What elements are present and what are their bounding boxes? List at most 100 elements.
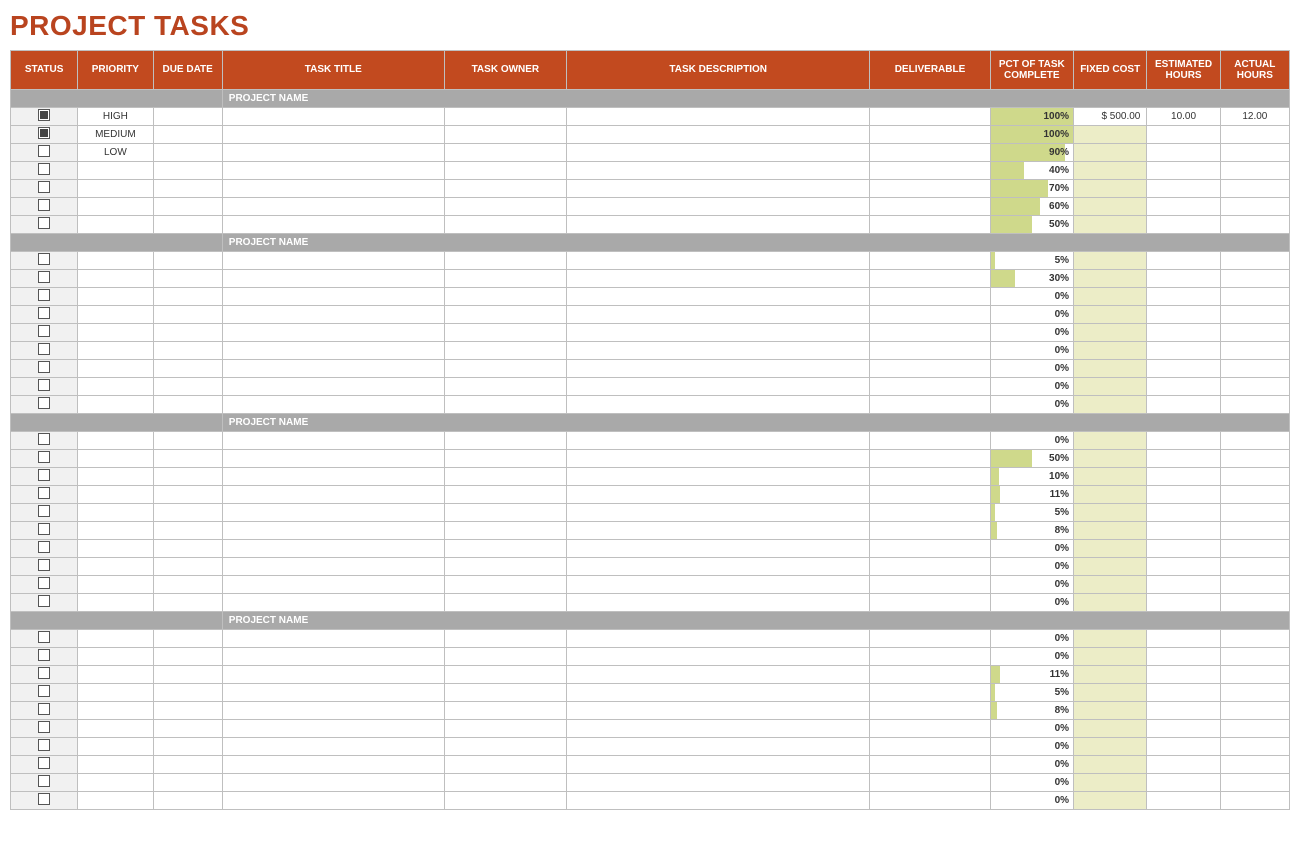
fixed-cost-cell[interactable] <box>1074 144 1147 162</box>
task-title-cell[interactable] <box>222 180 444 198</box>
actual-hours-cell[interactable] <box>1220 792 1289 810</box>
fixed-cost-cell[interactable] <box>1074 666 1147 684</box>
pct-complete-cell[interactable]: 0% <box>990 630 1074 648</box>
task-title-cell[interactable] <box>222 648 444 666</box>
actual-hours-cell[interactable] <box>1220 432 1289 450</box>
task-owner-cell[interactable] <box>444 288 566 306</box>
due-date-cell[interactable] <box>153 288 222 306</box>
fixed-cost-cell[interactable] <box>1074 792 1147 810</box>
priority-cell[interactable] <box>78 648 153 666</box>
priority-cell[interactable] <box>78 594 153 612</box>
priority-cell[interactable] <box>78 522 153 540</box>
deliverable-cell[interactable] <box>870 504 990 522</box>
deliverable-cell[interactable] <box>870 180 990 198</box>
status-checkbox-icon[interactable] <box>38 343 50 355</box>
estimated-hours-cell[interactable] <box>1147 702 1220 720</box>
status-checkbox-icon[interactable] <box>38 685 50 697</box>
estimated-hours-cell[interactable] <box>1147 216 1220 234</box>
task-title-cell[interactable] <box>222 774 444 792</box>
actual-hours-cell[interactable] <box>1220 522 1289 540</box>
estimated-hours-cell[interactable]: 10.00 <box>1147 108 1220 126</box>
pct-complete-cell[interactable]: 0% <box>990 324 1074 342</box>
status-cell[interactable] <box>11 558 78 576</box>
fixed-cost-cell[interactable] <box>1074 288 1147 306</box>
task-owner-cell[interactable] <box>444 702 566 720</box>
fixed-cost-cell[interactable] <box>1074 270 1147 288</box>
due-date-cell[interactable] <box>153 180 222 198</box>
priority-cell[interactable] <box>78 468 153 486</box>
status-checkbox-icon[interactable] <box>38 505 50 517</box>
pct-complete-cell[interactable]: 30% <box>990 270 1074 288</box>
task-description-cell[interactable] <box>566 252 869 270</box>
pct-complete-cell[interactable]: 11% <box>990 486 1074 504</box>
pct-complete-cell[interactable]: 5% <box>990 684 1074 702</box>
task-description-cell[interactable] <box>566 306 869 324</box>
estimated-hours-cell[interactable] <box>1147 468 1220 486</box>
deliverable-cell[interactable] <box>870 594 990 612</box>
task-owner-cell[interactable] <box>444 594 566 612</box>
estimated-hours-cell[interactable] <box>1147 270 1220 288</box>
priority-cell[interactable] <box>78 342 153 360</box>
due-date-cell[interactable] <box>153 360 222 378</box>
actual-hours-cell[interactable]: 12.00 <box>1220 108 1289 126</box>
status-cell[interactable] <box>11 648 78 666</box>
status-cell[interactable] <box>11 378 78 396</box>
deliverable-cell[interactable] <box>870 108 990 126</box>
fixed-cost-cell[interactable]: $ 500.00 <box>1074 108 1147 126</box>
due-date-cell[interactable] <box>153 144 222 162</box>
task-owner-cell[interactable] <box>444 396 566 414</box>
due-date-cell[interactable] <box>153 648 222 666</box>
estimated-hours-cell[interactable] <box>1147 558 1220 576</box>
task-title-cell[interactable] <box>222 270 444 288</box>
due-date-cell[interactable] <box>153 378 222 396</box>
priority-cell[interactable]: HIGH <box>78 108 153 126</box>
estimated-hours-cell[interactable] <box>1147 180 1220 198</box>
actual-hours-cell[interactable] <box>1220 180 1289 198</box>
task-owner-cell[interactable] <box>444 630 566 648</box>
actual-hours-cell[interactable] <box>1220 162 1289 180</box>
priority-cell[interactable] <box>78 540 153 558</box>
status-cell[interactable] <box>11 306 78 324</box>
priority-cell[interactable] <box>78 450 153 468</box>
due-date-cell[interactable] <box>153 504 222 522</box>
status-checkbox-icon[interactable] <box>38 757 50 769</box>
pct-complete-cell[interactable]: 0% <box>990 792 1074 810</box>
estimated-hours-cell[interactable] <box>1147 378 1220 396</box>
status-cell[interactable] <box>11 738 78 756</box>
estimated-hours-cell[interactable] <box>1147 360 1220 378</box>
task-description-cell[interactable] <box>566 108 869 126</box>
deliverable-cell[interactable] <box>870 666 990 684</box>
task-description-cell[interactable] <box>566 126 869 144</box>
task-title-cell[interactable] <box>222 126 444 144</box>
due-date-cell[interactable] <box>153 468 222 486</box>
fixed-cost-cell[interactable] <box>1074 216 1147 234</box>
task-description-cell[interactable] <box>566 324 869 342</box>
fixed-cost-cell[interactable] <box>1074 558 1147 576</box>
priority-cell[interactable] <box>78 378 153 396</box>
estimated-hours-cell[interactable] <box>1147 648 1220 666</box>
status-cell[interactable] <box>11 216 78 234</box>
status-checkbox-icon[interactable] <box>38 487 50 499</box>
status-checkbox-icon[interactable] <box>38 379 50 391</box>
task-description-cell[interactable] <box>566 702 869 720</box>
pct-complete-cell[interactable]: 100% <box>990 126 1074 144</box>
actual-hours-cell[interactable] <box>1220 774 1289 792</box>
task-description-cell[interactable] <box>566 468 869 486</box>
status-cell[interactable] <box>11 540 78 558</box>
status-cell[interactable] <box>11 468 78 486</box>
pct-complete-cell[interactable]: 70% <box>990 180 1074 198</box>
due-date-cell[interactable] <box>153 252 222 270</box>
task-owner-cell[interactable] <box>444 450 566 468</box>
task-owner-cell[interactable] <box>444 306 566 324</box>
task-title-cell[interactable] <box>222 486 444 504</box>
status-cell[interactable] <box>11 162 78 180</box>
priority-cell[interactable] <box>78 558 153 576</box>
priority-cell[interactable] <box>78 756 153 774</box>
task-description-cell[interactable] <box>566 360 869 378</box>
deliverable-cell[interactable] <box>870 324 990 342</box>
deliverable-cell[interactable] <box>870 396 990 414</box>
pct-complete-cell[interactable]: 5% <box>990 252 1074 270</box>
priority-cell[interactable] <box>78 684 153 702</box>
due-date-cell[interactable] <box>153 594 222 612</box>
priority-cell[interactable] <box>78 162 153 180</box>
